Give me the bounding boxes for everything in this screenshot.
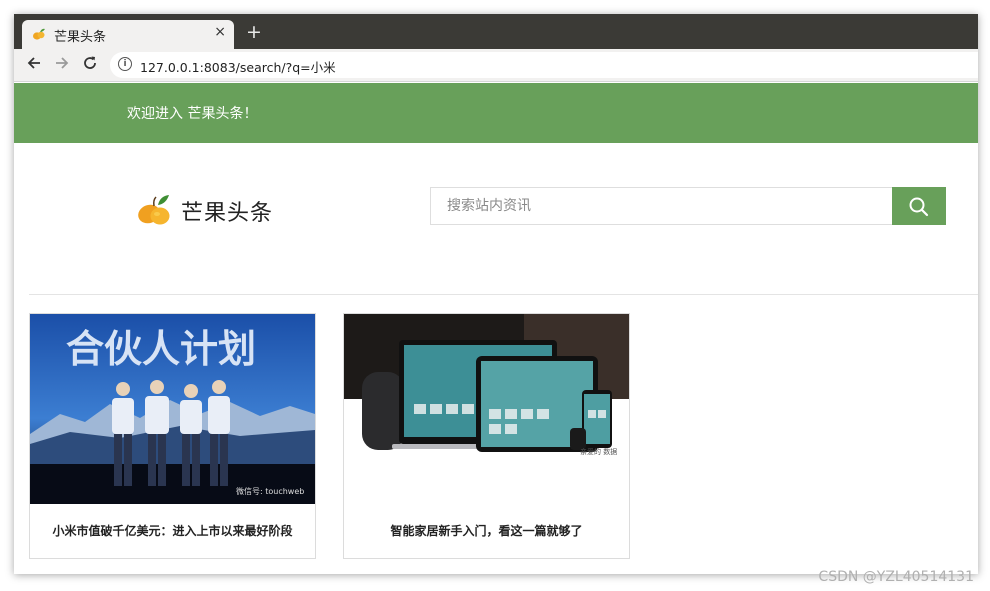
- image-caption: 亲爱的 数据: [580, 447, 617, 456]
- browser-window: 芒果头条 × + i 127.0.0.1:8083/search/?q=小米 欢…: [14, 14, 978, 574]
- news-title[interactable]: 小米市值破千亿美元：进入上市以来最好阶段: [30, 522, 315, 539]
- back-arrow-icon[interactable]: [24, 55, 44, 75]
- site-info-icon[interactable]: i: [118, 57, 132, 71]
- news-card[interactable]: 合伙人计划 微信号: touchweb 小米市值破千亿美元：进入上市以来最好阶段: [29, 313, 316, 559]
- address-bar[interactable]: i 127.0.0.1:8083/search/?q=小米: [110, 52, 978, 78]
- reload-icon[interactable]: [80, 55, 100, 75]
- search-bar: [430, 187, 946, 225]
- browser-toolbar: i 127.0.0.1:8083/search/?q=小米: [14, 49, 978, 82]
- image-caption: 微信号: touchweb: [236, 486, 304, 496]
- news-card[interactable]: 亲爱的 数据 智能家居新手入门，看这一篇就够了: [343, 313, 630, 559]
- image-headline: 合伙人计划: [66, 327, 256, 371]
- brand-name: 芒果头条: [181, 201, 274, 226]
- close-tab-icon[interactable]: ×: [214, 24, 226, 40]
- mango-favicon-icon: [33, 28, 45, 40]
- tab-bar: 芒果头条 × +: [14, 14, 978, 49]
- search-icon: [909, 197, 929, 217]
- new-tab-button[interactable]: +: [246, 21, 262, 43]
- news-thumbnail[interactable]: 合伙人计划 微信号: touchweb: [30, 314, 315, 504]
- browser-tab[interactable]: 芒果头条 ×: [22, 20, 234, 49]
- search-button[interactable]: [892, 187, 946, 225]
- news-thumbnail[interactable]: 亲爱的 数据: [344, 314, 629, 504]
- search-input[interactable]: [430, 187, 892, 225]
- forward-arrow-icon[interactable]: [52, 55, 72, 75]
- mango-logo-icon: [138, 195, 170, 225]
- csdn-watermark: CSDN @YZL40514131: [818, 569, 974, 585]
- tab-title: 芒果头条: [54, 30, 107, 45]
- url-text: 127.0.0.1:8083/search/?q=小米: [140, 60, 336, 75]
- news-title[interactable]: 智能家居新手入门，看这一篇就够了: [344, 522, 629, 539]
- welcome-text: 欢迎进入 芒果头条！: [127, 106, 258, 122]
- site-header: 欢迎进入 芒果头条！: [14, 83, 978, 143]
- content-divider: [29, 294, 978, 295]
